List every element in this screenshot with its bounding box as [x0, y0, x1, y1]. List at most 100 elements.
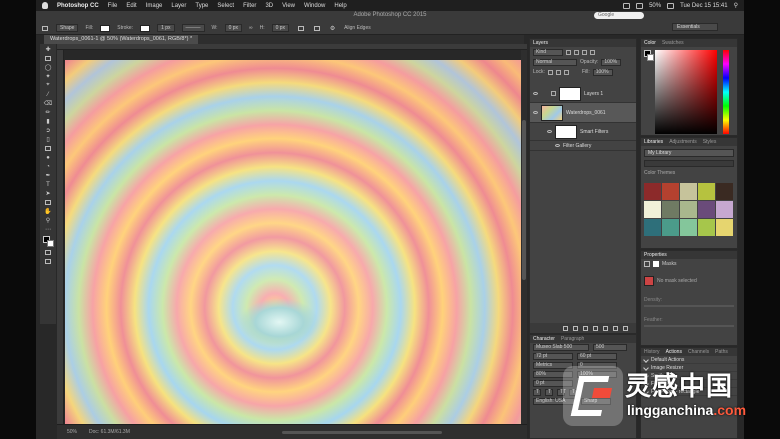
tab-actions[interactable]: Actions: [666, 349, 682, 355]
gear-icon[interactable]: ⚙: [328, 25, 337, 32]
history-brush-icon[interactable]: ➲: [44, 127, 53, 134]
color-theme-swatch[interactable]: [716, 219, 733, 236]
new-layer-icon[interactable]: [613, 325, 618, 331]
color-theme-swatch[interactable]: [698, 183, 715, 200]
stroke-type-select[interactable]: ———: [181, 24, 205, 32]
healing-brush-icon[interactable]: ⌫: [44, 100, 53, 107]
stamp-tool-icon[interactable]: ▮: [44, 118, 53, 125]
color-theme-swatch[interactable]: [662, 201, 679, 218]
color-theme-swatch[interactable]: [680, 183, 697, 200]
fill-field[interactable]: 100%: [592, 68, 613, 76]
dodge-tool-icon[interactable]: ◔: [44, 163, 53, 170]
group-icon[interactable]: [603, 325, 608, 331]
search-field[interactable]: Google: [594, 12, 644, 19]
color-theme-swatch[interactable]: [662, 183, 679, 200]
document-tab[interactable]: Waterdrops_0061-1 @ 50% (Waterdrops_0061…: [44, 35, 199, 44]
feather-slider[interactable]: [644, 325, 734, 327]
faux-italic-button[interactable]: T: [545, 389, 553, 396]
layer-name[interactable]: Layers 1: [584, 91, 603, 97]
color-theme-swatch[interactable]: [698, 219, 715, 236]
smart-filters-row[interactable]: Smart Filters: [530, 123, 636, 141]
lock-all-icon[interactable]: [563, 69, 569, 75]
kind-filter-select[interactable]: Kind: [533, 48, 563, 56]
add-mask-icon[interactable]: [583, 325, 588, 331]
screen-mode-icon[interactable]: [44, 258, 53, 265]
apple-icon[interactable]: [42, 2, 48, 9]
tab-character[interactable]: Character: [533, 336, 555, 342]
hand-tool-icon[interactable]: ✋: [44, 208, 53, 215]
more-tools-icon[interactable]: ⋯: [44, 226, 53, 233]
library-select[interactable]: My Library: [644, 149, 734, 157]
lock-position-icon[interactable]: [555, 69, 561, 75]
blend-mode-select[interactable]: Normal: [533, 58, 577, 66]
trash-icon[interactable]: [623, 325, 628, 331]
path-ops-icon[interactable]: [296, 25, 305, 32]
background-color[interactable]: [46, 240, 54, 247]
tab-paragraph[interactable]: Paragraph: [561, 336, 584, 342]
visibility-eye-icon[interactable]: [547, 130, 552, 133]
volume-icon[interactable]: [636, 2, 644, 9]
tab-styles[interactable]: Styles: [703, 139, 717, 145]
filter-adjust-icon[interactable]: [574, 49, 579, 55]
spotlight-icon[interactable]: ⚲: [734, 2, 738, 9]
lasso-tool-icon[interactable]: ◯: [44, 64, 53, 71]
filter-pixel-icon[interactable]: [566, 49, 571, 55]
font-size-field[interactable]: 72 pt: [533, 353, 573, 360]
tab-swatches[interactable]: Swatches: [662, 40, 684, 46]
hue-slider[interactable]: [723, 50, 729, 134]
layer-row[interactable]: Layers 1: [530, 85, 636, 103]
quick-select-icon[interactable]: ✦: [44, 73, 53, 80]
tab-history[interactable]: History: [644, 349, 660, 355]
quick-mask-icon[interactable]: [44, 249, 53, 256]
fx-icon[interactable]: [573, 325, 578, 331]
layer-row-selected[interactable]: Waterdrops_0061: [530, 103, 636, 123]
faux-bold-button[interactable]: T: [533, 389, 541, 396]
visibility-eye-icon[interactable]: [533, 92, 538, 95]
zoom-level[interactable]: 50%: [67, 429, 77, 435]
align-edges-checkbox[interactable]: Align Edges: [344, 25, 371, 31]
pixel-mask-icon[interactable]: [653, 261, 659, 267]
color-field[interactable]: [655, 50, 717, 134]
density-slider[interactable]: [644, 305, 734, 307]
battery-icon[interactable]: [667, 2, 675, 9]
lock-pixels-icon[interactable]: [547, 69, 553, 75]
link-layers-icon[interactable]: [563, 325, 568, 331]
menu-edit[interactable]: Edit: [126, 3, 136, 9]
w-field[interactable]: 0 px: [224, 24, 243, 32]
mask-icon[interactable]: [644, 261, 650, 267]
font-family-select[interactable]: Museo Slab 500: [533, 344, 589, 351]
vertical-scrollbar[interactable]: [521, 50, 527, 424]
adjustment-layer-icon[interactable]: [593, 325, 598, 331]
color-theme-swatch[interactable]: [680, 219, 697, 236]
marquee-tool-icon[interactable]: [44, 55, 53, 62]
color-theme-swatch[interactable]: [644, 201, 661, 218]
menu-3d[interactable]: 3D: [265, 3, 273, 9]
filter-shape-icon[interactable]: [590, 49, 595, 55]
tab-adjustments[interactable]: Adjustments: [669, 139, 697, 145]
color-theme-swatch[interactable]: [716, 201, 733, 218]
font-style-select[interactable]: 500: [593, 344, 627, 351]
tab-layers[interactable]: Layers: [533, 40, 548, 46]
color-theme-swatch[interactable]: [644, 183, 661, 200]
menu-select[interactable]: Select: [217, 3, 234, 9]
vector-mask-thumbnail[interactable]: [644, 276, 654, 286]
color-theme-swatch[interactable]: [662, 219, 679, 236]
eraser-tool-icon[interactable]: ▯: [44, 136, 53, 143]
color-theme-swatch[interactable]: [698, 201, 715, 218]
h-field[interactable]: 0 px: [271, 24, 290, 32]
menu-type[interactable]: Type: [195, 3, 208, 9]
visibility-eye-icon[interactable]: [555, 144, 560, 147]
tab-paths[interactable]: Paths: [715, 349, 728, 355]
menu-window[interactable]: Window: [304, 3, 325, 9]
stroke-width-field[interactable]: 1 px: [157, 24, 175, 32]
shape-mode-select[interactable]: Shape: [56, 24, 79, 32]
menu-view[interactable]: View: [282, 3, 295, 9]
tab-libraries[interactable]: Libraries: [644, 139, 663, 145]
tab-properties[interactable]: Properties: [644, 252, 667, 258]
fill-swatch[interactable]: [100, 24, 111, 32]
layer-name[interactable]: Waterdrops_0061: [566, 110, 606, 116]
menu-file[interactable]: File: [108, 3, 118, 9]
wifi-icon[interactable]: [623, 2, 631, 9]
crop-tool-icon[interactable]: ⌖: [44, 82, 53, 89]
gradient-tool-icon[interactable]: [44, 145, 53, 152]
